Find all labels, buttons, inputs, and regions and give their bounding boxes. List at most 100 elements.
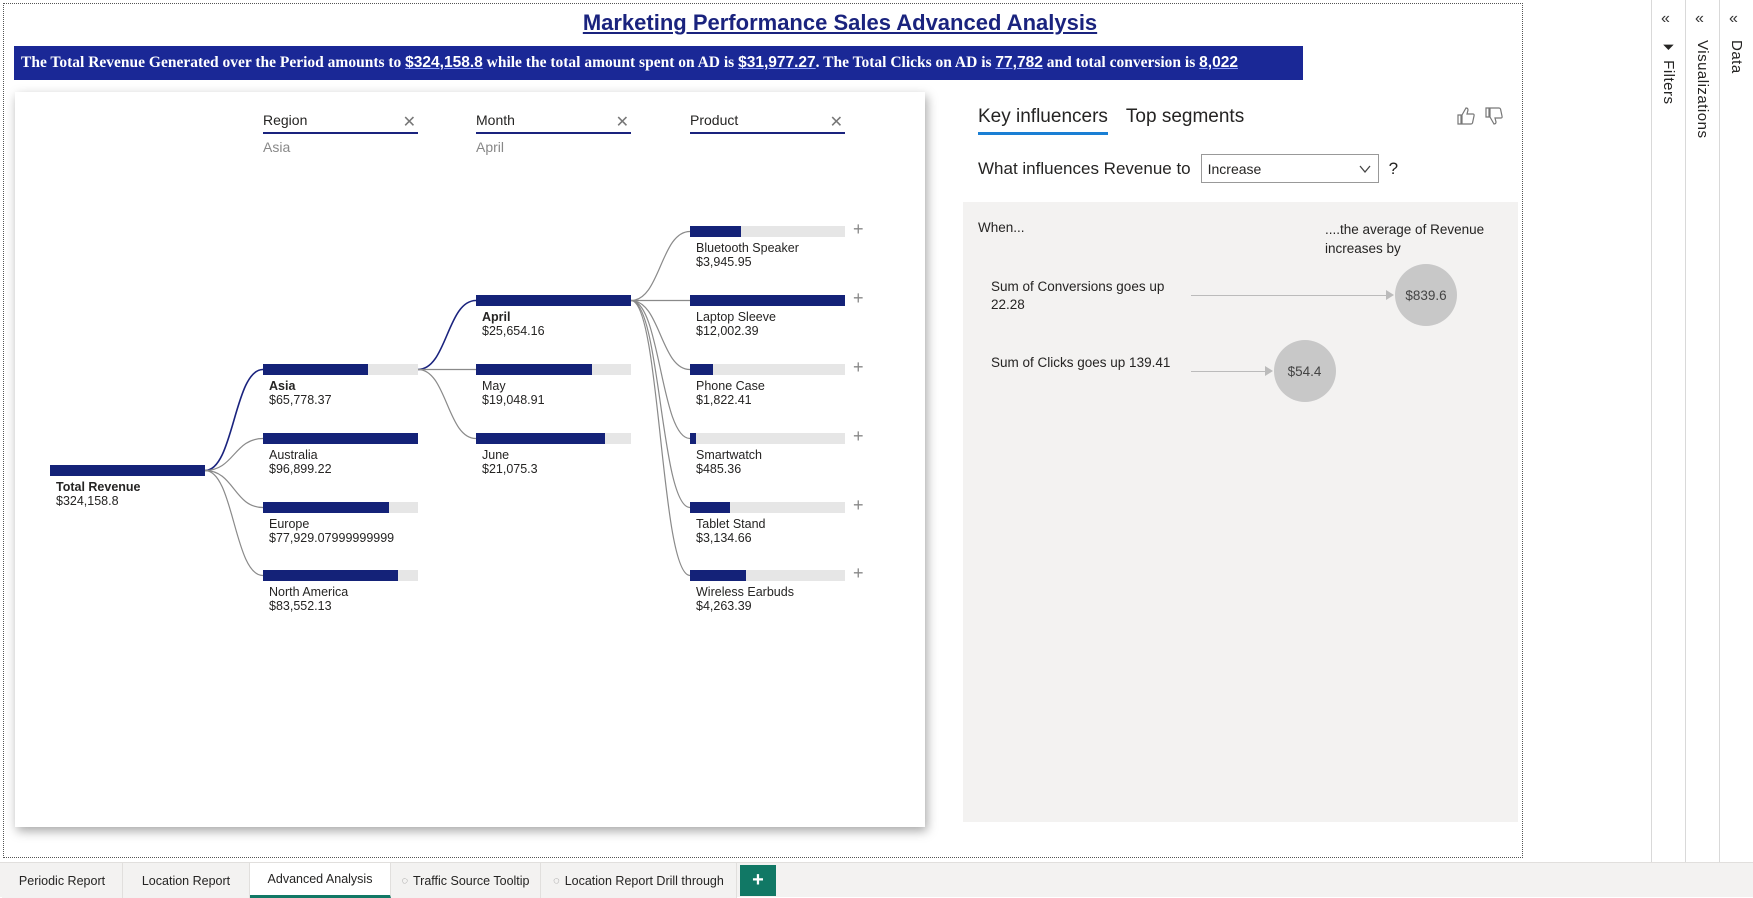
visualizations-pane[interactable]: « Visualizations [1685,0,1719,862]
node-bar [263,364,418,375]
node-bar-fill [476,433,605,444]
tree-node-month[interactable]: June $21,075.3 [476,433,631,476]
influencer-row[interactable]: Sum of Conversions goes up 22.28 $839.6 [963,264,1518,348]
thumbs-up-icon[interactable] [1456,106,1476,126]
add-page-button[interactable]: + [740,865,776,896]
expand-plus-icon[interactable]: + [853,219,864,240]
node-label: Smartwatch [696,448,762,462]
banner-text-3: . The Total Clicks on AD is [815,54,996,71]
arrow-right-icon [1386,290,1394,300]
data-pane[interactable]: « Data [1719,0,1753,862]
visualizations-pane-label: Visualizations [1694,40,1711,139]
node-bar [263,433,418,444]
expand-chevron-icon[interactable]: « [1661,10,1670,28]
node-bar-fill [690,295,845,306]
node-bar-fill [690,502,731,513]
banner-total-conversions: 8,022 [1199,54,1238,71]
node-value: $83,552.13 [269,599,332,613]
node-bar-fill [690,226,742,237]
arrow-right-icon [1264,366,1273,376]
node-bar-fill [263,364,369,375]
tree-node-root[interactable]: Total Revenue $324,158.8 [50,465,205,508]
node-value: $96,899.22 [269,462,332,476]
tab-top-segments[interactable]: Top segments [1126,106,1244,135]
decomposition-tree-visual[interactable]: Region ✕ Asia Month ✕ April Product ✕ To… [15,92,925,827]
level-header-label: Region [263,112,418,134]
page-tab-traffic-source-tooltip[interactable]: ◌ Traffic Source Tooltip [391,863,541,898]
node-bar-fill [690,433,697,444]
tree-node-product[interactable]: Smartwatch $485.36 [690,433,845,476]
data-pane-label: Data [1728,40,1745,74]
expand-chevron-icon[interactable]: « [1729,10,1738,28]
close-icon[interactable]: ✕ [830,112,843,132]
page-tab-location-report-drill-through[interactable]: ◌ Location Report Drill through [541,863,737,898]
tree-node-month[interactable]: May $19,048.91 [476,364,631,407]
node-label: Total Revenue [56,480,141,494]
tree-node-region[interactable]: North America $83,552.13 [263,570,418,613]
node-value: $21,075.3 [482,462,538,476]
node-bar-fill [50,465,205,476]
chevron-down-icon [1359,165,1371,173]
influencer-line [1191,371,1266,372]
increase-dropdown[interactable]: Increase [1200,154,1379,183]
node-value: $77,929.07999999999 [269,531,395,545]
tree-node-product[interactable]: Wireless Earbuds $4,263.39 [690,570,845,613]
expand-plus-icon[interactable]: + [853,563,864,584]
node-label: Tablet Stand [696,517,766,531]
page-tab-advanced-analysis[interactable]: Advanced Analysis [250,863,391,898]
expand-plus-icon[interactable]: + [853,288,864,309]
close-icon[interactable]: ✕ [616,112,629,132]
influencer-bubble[interactable]: $839.6 [1395,264,1457,326]
node-label: April [482,310,511,324]
expand-plus-icon[interactable]: + [853,357,864,378]
node-value: $1,822.41 [696,393,752,407]
tab-key-influencers[interactable]: Key influencers [978,106,1108,135]
hidden-page-icon: ◌ [553,874,560,887]
level-header-region[interactable]: Region ✕ Asia [263,112,418,155]
level-header-product[interactable]: Product ✕ [690,112,845,134]
node-bar [690,226,845,237]
node-value: $4,263.39 [696,599,752,613]
filters-pane[interactable]: « ⏷ Filters [1651,0,1685,862]
dropdown-value: Increase [1207,160,1262,177]
node-label: May [482,379,506,393]
node-label: Asia [269,379,296,393]
page-tab-periodic-report[interactable]: Periodic Report [2,863,123,898]
node-label: June [482,448,510,462]
tree-node-product[interactable]: Tablet Stand $3,134.66 [690,502,845,545]
page-tab-bar: Periodic Report Location Report Advanced… [0,862,1753,898]
filters-pane-text: Filters [1660,60,1677,105]
level-header-label: Month [476,112,631,134]
influencer-row[interactable]: Sum of Clicks goes up 139.41 $54.4 [963,340,1518,424]
banner-text-2: while the total amount spent on AD is [482,54,739,71]
page-tab-location-report[interactable]: Location Report [123,863,250,898]
question-prefix: What influences Revenue to [978,158,1191,178]
influencer-bubble[interactable]: $54.4 [1273,340,1336,402]
thumbs-down-icon[interactable] [1484,106,1504,126]
tree-connector [417,368,477,440]
help-icon[interactable]: ? [1389,159,1398,179]
tree-node-month[interactable]: April $25,654.16 [476,295,631,338]
expand-plus-icon[interactable]: + [853,426,864,447]
tree-node-product[interactable]: Laptop Sleeve $12,002.39 [690,295,845,338]
tree-node-region[interactable]: Australia $96,899.22 [263,433,418,476]
tree-node-region[interactable]: Asia $65,778.37 [263,364,418,407]
node-label: Europe [269,517,310,531]
tree-connector [630,299,691,440]
node-label: Wireless Earbuds [696,585,794,599]
node-bar [50,465,205,476]
level-header-month[interactable]: Month ✕ April [476,112,631,155]
tree-node-product[interactable]: Phone Case $1,822.41 [690,364,845,407]
summary-banner: The Total Revenue Generated over the Per… [14,46,1303,80]
node-bar-fill [476,364,593,375]
expand-chevron-icon[interactable]: « [1695,10,1704,28]
tree-node-region[interactable]: Europe $77,929.07999999999 [263,502,418,545]
page-tab-label: Periodic Report [18,873,106,888]
ki-col-when: When... [978,220,1025,235]
report-title: Marketing Performance Sales Advanced Ana… [582,10,1098,35]
close-icon[interactable]: ✕ [403,112,416,132]
tree-node-product[interactable]: Bluetooth Speaker $3,945.95 [690,226,845,269]
side-panes: « ⏷ Filters « Visualizations « Data [1651,0,1753,862]
expand-plus-icon[interactable]: + [853,495,864,516]
level-selection: April [476,139,505,155]
